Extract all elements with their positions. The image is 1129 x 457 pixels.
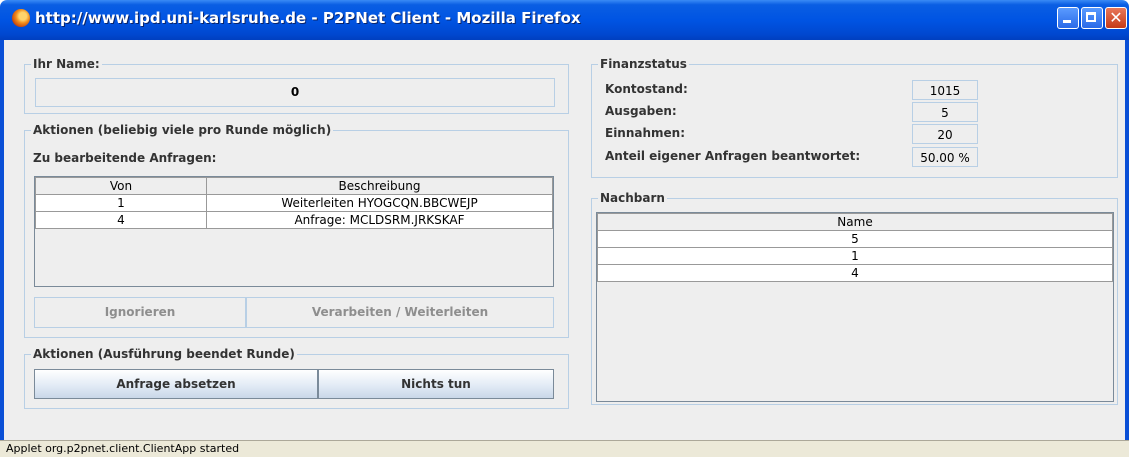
close-icon: ✕ [1109,8,1123,27]
neighbors-table-header: Name [597,213,1113,231]
table-row[interactable]: 1 Weiterleiten HYOGCQN.BBCWEJP [35,194,553,212]
neighbors-table: Name 5 1 4 [596,212,1114,402]
neighbors-panel-title: Nachbarn [598,191,667,205]
balance-label: Kontostand: [605,82,688,96]
expenses-label: Ausgaben: [605,104,677,118]
share-answered-label: Anteil eigener Anfragen beantwortet: [605,149,861,163]
income-label: Einnahmen: [605,126,686,140]
status-bar: Applet org.p2pnet.client.ClientApp start… [0,440,1129,457]
finance-panel-title: Finanzstatus [598,57,689,71]
applet-area: Ihr Name: 0 Aktionen (beliebig viele pro… [4,40,1125,440]
expenses-value: 5 [912,102,978,122]
name-panel: Ihr Name: 0 [24,57,569,114]
finance-panel: Finanzstatus Kontostand: 1015 Ausgaben: … [591,57,1118,178]
neighbors-panel: Nachbarn Name 5 1 4 [591,191,1118,405]
round-actions-panel: Aktionen (Ausführung beendet Runde) Anfr… [24,347,569,409]
cell-name[interactable]: 4 [597,264,1113,282]
window-frame-right [1125,40,1129,440]
submit-request-button[interactable]: Anfrage absetzen [34,369,318,399]
name-value: 0 [35,78,555,107]
requests-table: Von Beschreibung 1 Weiterleiten HYOGCQN.… [34,176,554,287]
do-nothing-button[interactable]: Nichts tun [318,369,554,399]
cell-von[interactable]: 4 [35,211,207,229]
round-actions-title: Aktionen (Ausführung beendet Runde) [31,347,297,361]
balance-value: 1015 [912,80,978,100]
ignore-button[interactable]: Ignorieren [34,297,246,328]
cell-name[interactable]: 1 [597,247,1113,265]
cell-beschreibung[interactable]: Anfrage: MCLDSRM.JRKSKAF [206,211,553,229]
column-header-beschreibung[interactable]: Beschreibung [206,177,553,195]
table-row[interactable]: 1 [597,247,1113,265]
status-text: Applet org.p2pnet.client.ClientApp start… [6,442,240,455]
minimize-button[interactable] [1057,7,1079,29]
table-row[interactable]: 4 Anfrage: MCLDSRM.JRKSKAF [35,211,553,229]
table-row[interactable]: 4 [597,264,1113,282]
cell-von[interactable]: 1 [35,194,207,212]
column-header-von[interactable]: Von [35,177,207,195]
window-title: http://www.ipd.uni-karlsruhe.de - P2PNet… [35,9,581,27]
process-forward-button[interactable]: Verarbeiten / Weiterleiten [246,297,554,328]
window-title-bar[interactable]: http://www.ipd.uni-karlsruhe.de - P2PNet… [0,0,1129,40]
requests-table-header: Von Beschreibung [35,177,553,195]
requests-label: Zu bearbeitende Anfragen: [33,151,217,165]
close-button[interactable]: ✕ [1105,7,1127,29]
name-panel-title: Ihr Name: [31,57,102,71]
table-row[interactable]: 5 [597,230,1113,248]
income-value: 20 [912,124,978,144]
share-answered-value: 50.00 % [912,147,978,167]
cell-beschreibung[interactable]: Weiterleiten HYOGCQN.BBCWEJP [206,194,553,212]
firefox-icon [12,9,30,27]
column-header-name[interactable]: Name [597,213,1113,231]
cell-name[interactable]: 5 [597,230,1113,248]
actions-panel-title: Aktionen (beliebig viele pro Runde mögli… [31,123,334,137]
actions-panel: Aktionen (beliebig viele pro Runde mögli… [24,123,569,338]
maximize-button[interactable] [1081,7,1103,29]
